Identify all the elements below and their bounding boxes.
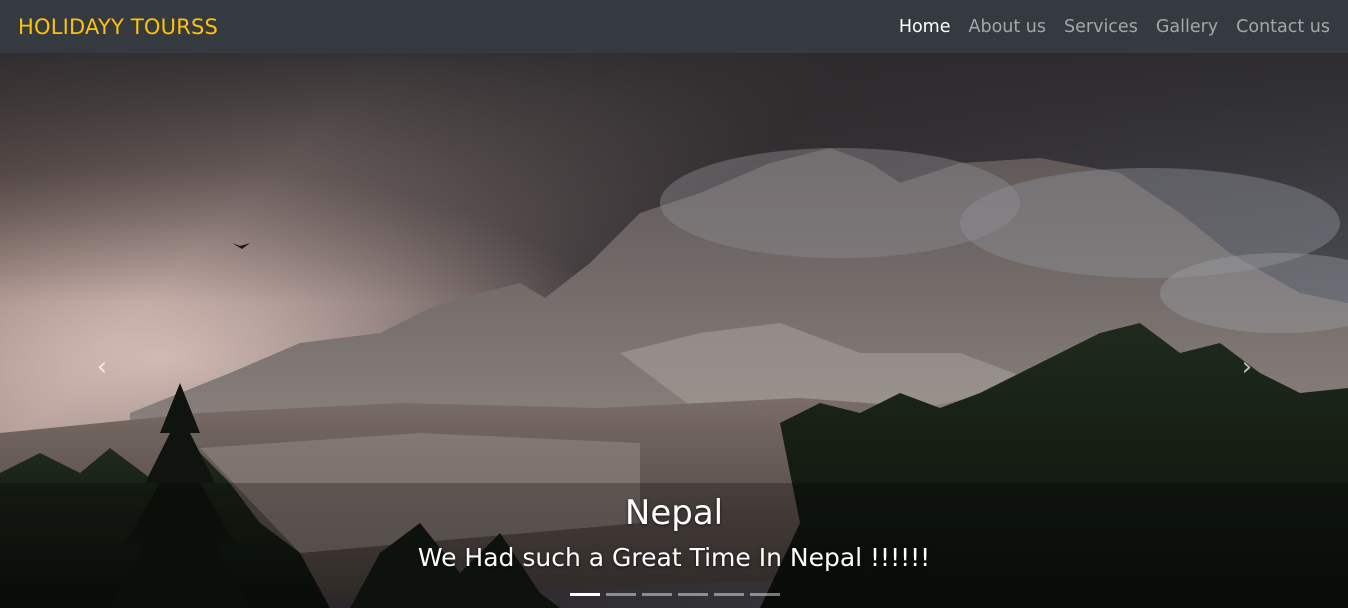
nav-links: Home About us Services Gallery Contact u… [899,17,1330,37]
indicator-6[interactable] [750,593,780,596]
brand-logo[interactable]: HOLIDAYY TOURSS [18,15,218,39]
indicator-5[interactable] [714,593,744,596]
navbar: HOLIDAYY TOURSS Home About us Services G… [0,0,1348,53]
carousel-next-button[interactable]: › [1233,353,1261,381]
nav-link-home[interactable]: Home [899,17,951,37]
carousel-prev-button[interactable]: ‹ [88,353,116,381]
indicator-4[interactable] [678,593,708,596]
nav-link-contact[interactable]: Contact us [1236,17,1330,37]
indicator-3[interactable] [642,593,672,596]
nav-link-gallery[interactable]: Gallery [1156,17,1218,37]
nav-link-about[interactable]: About us [969,17,1047,37]
nav-link-services[interactable]: Services [1064,17,1138,37]
hero-carousel: ‹ › Nepal We Had such a Great Time In Ne… [0,53,1348,608]
indicator-1[interactable] [570,593,600,596]
caption-title: Nepal [624,493,724,533]
carousel-indicators [570,593,780,596]
chevron-left-icon: ‹ [96,352,108,382]
indicator-2[interactable] [606,593,636,596]
caption-text: We Had such a Great Time In Nepal !!!!!! [417,543,931,572]
chevron-right-icon: › [1241,352,1253,382]
